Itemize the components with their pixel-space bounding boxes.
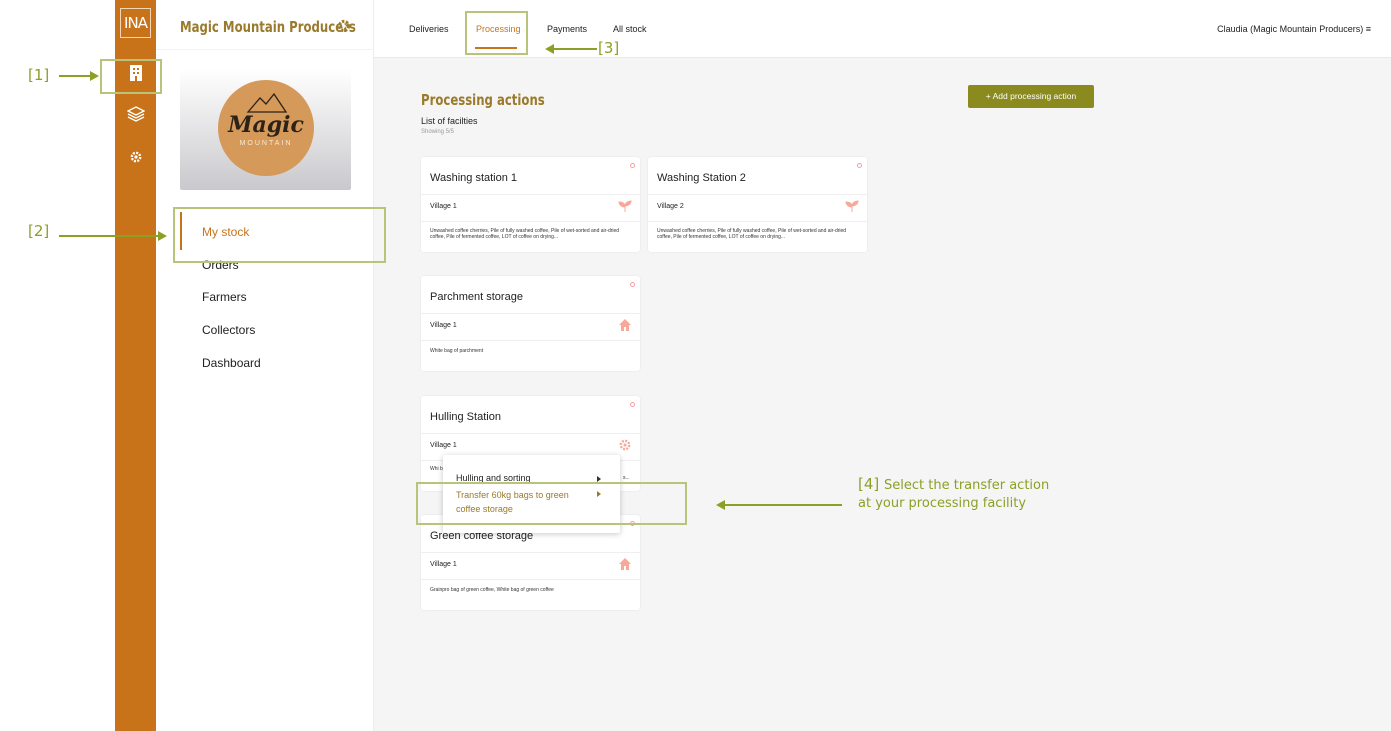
org-settings-icon[interactable] — [336, 18, 352, 34]
facility-location: Village 1 — [430, 442, 457, 449]
page-title: Processing actions — [421, 91, 545, 109]
annotation-line-2: at your processing facility — [858, 496, 1027, 511]
tab-all-stock[interactable]: All stock — [613, 24, 647, 34]
tab-payments[interactable]: Payments — [547, 24, 587, 34]
annotation-arrow-3 — [553, 48, 597, 50]
facility-card[interactable]: Washing station 1 Village 1 Unwashed cof… — [421, 157, 640, 252]
nav-farmers[interactable]: Farmers — [202, 290, 247, 304]
annotation-arrow-2 — [59, 235, 160, 237]
gear-icon[interactable] — [125, 146, 147, 168]
annotation-label-2: [2] — [28, 222, 50, 240]
facility-description: Unwashed coffee cherries, Pile of fully … — [657, 228, 847, 240]
page-subtitle: List of facilties — [421, 116, 478, 126]
sprout-icon — [845, 199, 859, 213]
divider — [156, 49, 374, 50]
company-banner: Magic MOUNTAIN — [180, 69, 351, 190]
facility-description: Unwashed coffee cherries, Pile of fully … — [430, 228, 620, 240]
annotation-arrow-1 — [59, 75, 91, 77]
card-menu-dot[interactable] — [630, 282, 635, 287]
annotation-label-1: [1] — [28, 66, 50, 84]
facility-location: Village 1 — [430, 322, 457, 329]
card-menu-dot[interactable] — [857, 163, 862, 168]
facility-location: Village 1 — [430, 561, 457, 568]
annotation-label-4: [4] Select the transfer action at your p… — [858, 476, 1049, 512]
facility-title: Washing station 1 — [430, 172, 518, 184]
house-icon — [618, 557, 632, 571]
card-menu-dot[interactable] — [630, 402, 635, 407]
facility-location: Village 1 — [430, 203, 457, 210]
facility-location: Village 2 — [657, 203, 684, 210]
app-page: INA Magic Mountain Producers Magic MOUNT… — [0, 0, 1391, 731]
annotation-box-2 — [173, 207, 386, 263]
card-menu-dot[interactable] — [630, 163, 635, 168]
annotation-box-3 — [465, 11, 528, 55]
annotation-label-3: [3] — [598, 39, 620, 57]
company-logo: Magic MOUNTAIN — [218, 80, 314, 176]
annotation-arrowhead — [158, 231, 167, 241]
facility-description: Grainpro bag of green coffee, White bag … — [430, 587, 554, 593]
tab-deliveries[interactable]: Deliveries — [409, 24, 449, 34]
user-menu[interactable]: Claudia (Magic Mountain Producers) ≡ — [1217, 24, 1371, 34]
facility-title: Parchment storage — [430, 291, 523, 303]
user-name: Claudia (Magic Mountain Producers) — [1217, 24, 1364, 34]
layers-icon[interactable] — [125, 103, 147, 125]
annotation-arrowhead — [90, 71, 99, 81]
hamburger-icon[interactable]: ≡ — [1366, 24, 1371, 34]
main-content: Deliveries Processing Payments All stock… — [374, 0, 1391, 731]
org-name: Magic Mountain Producers — [180, 18, 356, 36]
annotation-arrow-4 — [724, 504, 842, 506]
nav-collectors[interactable]: Collectors — [202, 323, 255, 337]
facility-title: Washing Station 2 — [657, 172, 746, 184]
facility-card[interactable]: Washing Station 2 Village 2 Unwashed cof… — [648, 157, 867, 252]
nav-dashboard[interactable]: Dashboard — [202, 356, 261, 370]
annotation-line-1: Select the transfer action — [884, 478, 1050, 493]
annotation-box-4 — [416, 482, 687, 525]
facility-description: White bag of parchment — [430, 348, 484, 354]
facility-description-partial: s... — [623, 475, 630, 481]
app-rail: INA — [115, 0, 156, 731]
gear-icon — [618, 438, 632, 452]
facility-title: Hulling Station — [430, 411, 501, 423]
add-processing-action-button[interactable]: + Add processing action — [968, 85, 1094, 108]
house-icon — [618, 318, 632, 332]
facility-card[interactable]: Parchment storage Village 1 White bag of… — [421, 276, 640, 371]
app-logo[interactable]: INA — [120, 8, 151, 38]
annotation-number-4: [4] — [858, 475, 880, 493]
annotation-box-1 — [100, 59, 162, 94]
sprout-icon — [618, 199, 632, 213]
result-count: Showing 5/5 — [421, 129, 455, 135]
sidebar: Magic Mountain Producers Magic MOUNTAIN … — [156, 0, 374, 731]
